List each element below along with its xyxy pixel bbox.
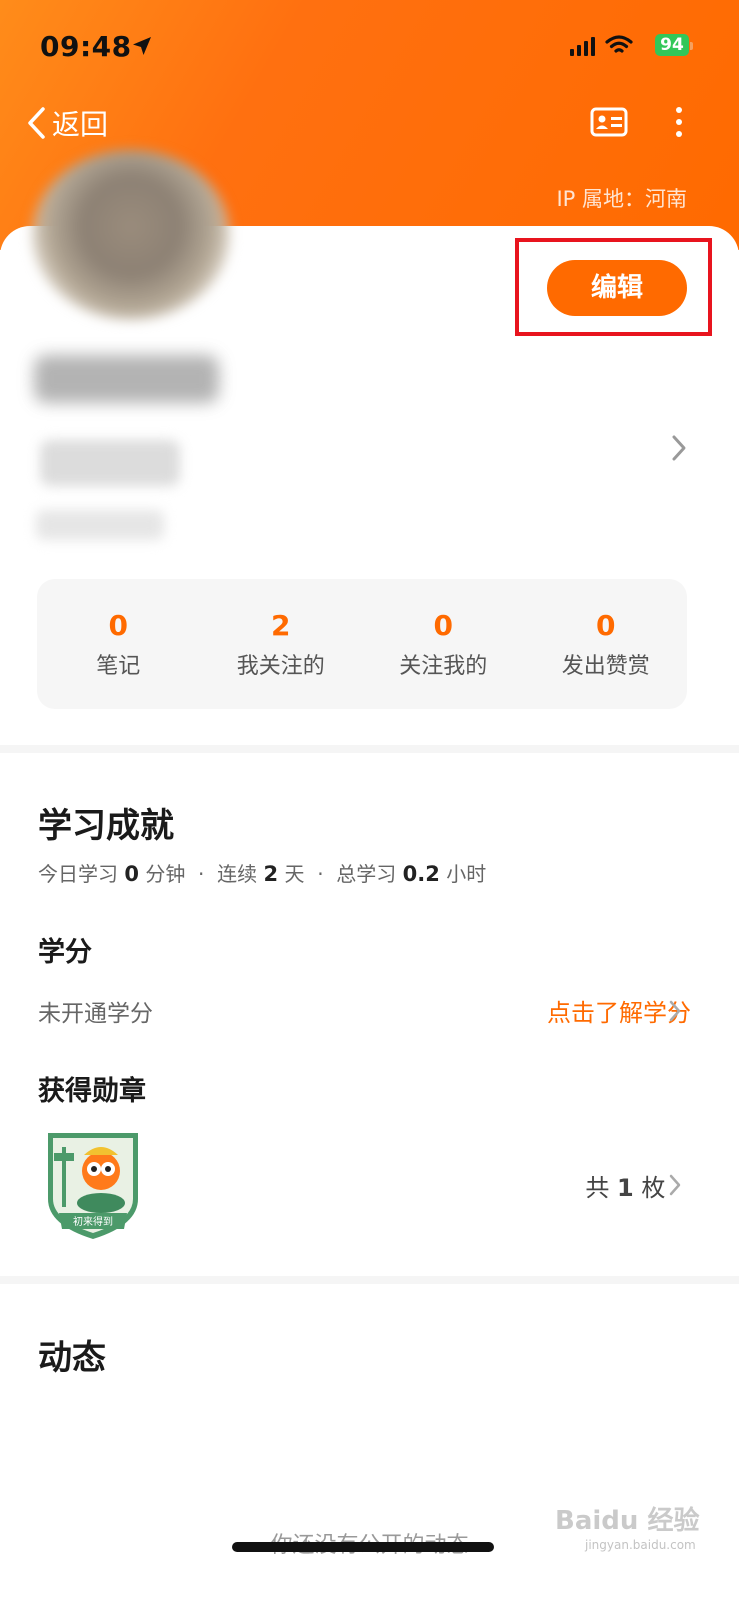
stat-followers[interactable]: 0 关注我的 xyxy=(362,579,525,709)
location-arrow-icon xyxy=(133,37,151,55)
section-divider xyxy=(0,1276,739,1284)
medal-name: 初来得到 xyxy=(73,1215,113,1228)
medals-title: 获得勋章 xyxy=(38,1076,146,1107)
stat-value: 0 xyxy=(596,609,616,642)
medal-count-prefix: 共 xyxy=(585,1174,610,1202)
more-options-icon[interactable] xyxy=(675,106,683,138)
battery-level: 94 xyxy=(655,34,689,56)
profile-sheet xyxy=(0,226,739,1600)
home-indicator[interactable] xyxy=(232,1542,494,1552)
stat-notes[interactable]: 0 笔记 xyxy=(37,579,200,709)
chevron-right-icon[interactable] xyxy=(668,1000,682,1022)
total-value: 0.2 xyxy=(402,862,440,886)
streak-value: 2 xyxy=(263,862,279,886)
wifi-icon xyxy=(605,35,633,53)
credit-title: 学分 xyxy=(38,937,92,968)
stat-value: 2 xyxy=(271,609,291,642)
today-value: 0 xyxy=(124,862,139,886)
feed-title: 动态 xyxy=(38,1338,106,1378)
stats-panel: 0 笔记 2 我关注的 0 关注我的 0 发出赞赏 xyxy=(37,579,687,709)
cellular-signal-icon xyxy=(570,37,595,56)
stat-label: 我关注的 xyxy=(236,654,325,679)
stat-value: 0 xyxy=(433,609,453,642)
status-bar: 09:48 94 xyxy=(0,28,739,68)
streak-unit: 天 xyxy=(284,862,305,886)
total-unit: 小时 xyxy=(446,862,487,886)
chevron-left-icon xyxy=(28,107,45,139)
status-time: 09:48 xyxy=(40,30,132,63)
study-summary: 今日学习 0 分钟 · 连续 2 天 · 总学习 0.2 小时 xyxy=(38,862,487,886)
streak-label: 连续 xyxy=(217,862,258,886)
id-card-icon[interactable] xyxy=(590,106,628,138)
achievement-title: 学习成就 xyxy=(38,806,174,846)
today-label: 今日学习 xyxy=(38,862,118,886)
stat-label: 关注我的 xyxy=(399,654,488,679)
profile-meta-blurred xyxy=(36,510,164,540)
today-unit: 分钟 xyxy=(145,862,186,886)
chevron-right-icon[interactable] xyxy=(670,434,688,462)
stat-value: 0 xyxy=(108,609,128,642)
stat-label: 发出赞赏 xyxy=(561,654,650,679)
top-nav: 返回 xyxy=(0,100,739,150)
edit-profile-button[interactable]: 编辑 xyxy=(547,260,687,316)
medal-count-value: 1 xyxy=(617,1174,634,1202)
stat-following[interactable]: 2 我关注的 xyxy=(200,579,363,709)
stat-label: 笔记 xyxy=(96,654,141,679)
battery-nub-icon xyxy=(690,42,693,50)
medal-badge-icon[interactable]: 初来得到 xyxy=(44,1129,142,1241)
medal-count-suffix: 枚 xyxy=(641,1174,666,1202)
credit-status: 未开通学分 xyxy=(38,1001,153,1027)
profile-tag-blurred xyxy=(40,440,180,486)
chevron-right-icon[interactable] xyxy=(668,1174,682,1196)
back-label: 返回 xyxy=(52,108,109,141)
watermark-url: jingyan.baidu.com xyxy=(585,1538,696,1552)
username-blurred xyxy=(34,355,219,403)
stat-rewards[interactable]: 0 发出赞赏 xyxy=(525,579,688,709)
section-divider xyxy=(0,745,739,753)
total-label: 总学习 xyxy=(336,862,397,886)
avatar[interactable] xyxy=(32,150,230,320)
ip-location: IP 属地：河南 xyxy=(556,187,687,211)
watermark-brand: Baidu 经验 xyxy=(555,1506,700,1536)
back-button[interactable]: 返回 xyxy=(26,100,108,146)
